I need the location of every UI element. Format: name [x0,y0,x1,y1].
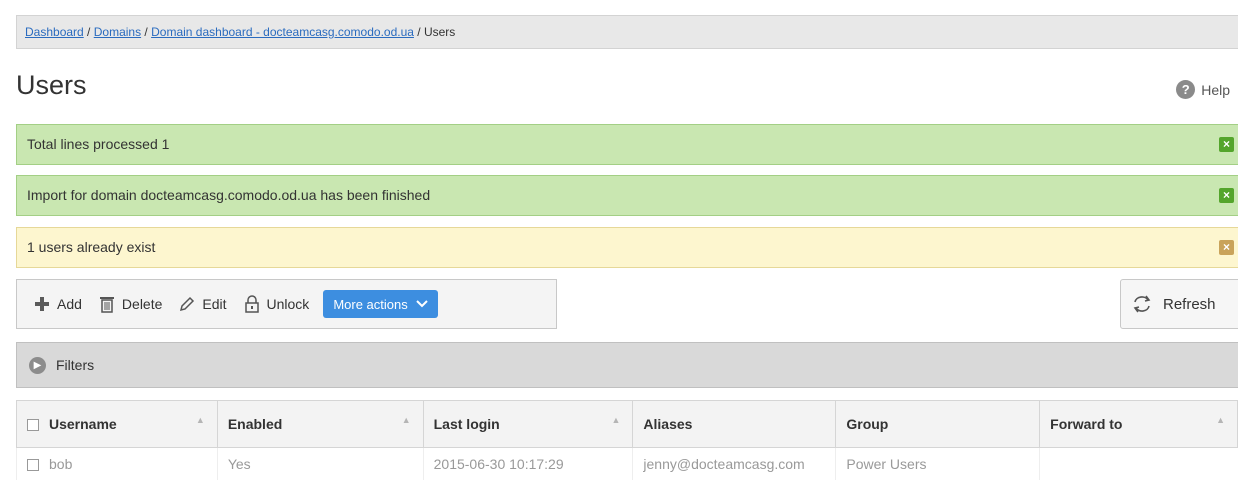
help-button[interactable]: ? Help [1176,80,1230,99]
sort-icon: ▲ [1216,415,1225,425]
page-title: Users [16,70,87,100]
row-checkbox[interactable] [27,459,39,472]
breadcrumb-separator: / [83,25,94,39]
filters-label: Filters [56,357,95,373]
chevron-right-icon: ▶ [29,356,46,374]
sort-icon: ▲ [401,415,411,425]
username-value: bob [49,456,73,472]
sort-icon: ▲ [195,415,205,425]
trash-icon [99,297,114,313]
chevron-down-icon [416,300,428,308]
breadcrumb: Dashboard / Domains / Domain dashboard -… [16,15,1238,49]
refresh-icon [1133,295,1151,313]
column-header-last-login[interactable]: Last login ▲ [422,400,634,448]
alert-text: Total lines processed 1 [27,136,170,152]
column-header-aliases[interactable]: Aliases [632,400,837,448]
delete-label: Delete [121,296,163,312]
more-actions-dropdown[interactable]: More actions [323,290,438,318]
unlock-label: Unlock [266,296,310,312]
column-header-label: Forward to [1050,416,1123,432]
plus-icon [35,297,49,311]
column-header-label: Group [846,416,889,432]
column-header-label: Aliases [643,416,693,432]
add-label: Add [57,296,82,312]
cell-aliases: jenny@docteamcasg.com [632,447,836,480]
column-header-username[interactable]: Username ▲ [16,400,218,448]
alert-success-lines: Total lines processed 1 × [16,124,1238,165]
filters-panel[interactable]: ▶ Filters [16,342,1238,388]
select-all-checkbox[interactable] [27,419,39,432]
breadcrumb-separator: / [413,25,424,39]
cell-group: Power Users [835,447,1040,480]
lock-icon [244,295,259,313]
column-header-label: Username [49,416,117,432]
cell-username: bob [16,447,218,480]
breadcrumb-domains-link[interactable]: Domains [94,25,141,39]
column-header-label: Last login [433,416,500,432]
close-icon[interactable]: × [1219,137,1234,152]
breadcrumb-separator: / [141,25,152,39]
toolbar: Add Delete Edit Unlock More actions [16,279,557,329]
alert-warning-exist: 1 users already exist × [16,227,1238,268]
unlock-button[interactable]: Unlock [237,288,316,320]
help-icon: ? [1176,80,1196,99]
alert-success-import: Import for domain docteamcasg.comodo.od.… [16,175,1238,216]
edit-label: Edit [202,296,227,312]
refresh-label: Refresh [1163,295,1216,313]
cell-last-login: 2015-06-30 10:17:29 [422,447,633,480]
pencil-icon [180,296,195,312]
sort-icon: ▲ [611,415,621,425]
help-label: Help [1201,81,1230,98]
more-actions-label: More actions [333,296,408,312]
add-button[interactable]: Add [27,288,88,320]
table-header-row: Username ▲ Enabled ▲ Last login ▲ Aliases G… [16,400,1238,448]
refresh-button[interactable]: Refresh [1120,279,1238,329]
alert-text: 1 users already exist [27,239,156,255]
users-page: Dashboard / Domains / Domain dashboard -… [0,0,1238,481]
cell-forward-to [1039,447,1238,480]
breadcrumb-current: Users [423,25,456,39]
edit-button[interactable]: Edit [172,288,232,320]
column-header-forward-to[interactable]: Forward to ▲ [1039,400,1238,448]
breadcrumb-domain-dashboard-link[interactable]: Domain dashboard - docteamcasg.comodo.od… [151,25,414,39]
column-header-enabled[interactable]: Enabled ▲ [216,400,424,448]
close-icon[interactable]: × [1219,240,1234,255]
delete-button[interactable]: Delete [92,288,168,320]
close-icon[interactable]: × [1219,188,1234,203]
table-row[interactable]: bob Yes 2015-06-30 10:17:29 jenny@doctea… [16,447,1238,480]
alert-text: Import for domain docteamcasg.comodo.od.… [27,187,431,203]
column-header-group[interactable]: Group [835,400,1041,448]
users-table: Username ▲ Enabled ▲ Last login ▲ Aliases G… [16,400,1238,480]
breadcrumb-dashboard-link[interactable]: Dashboard [25,25,84,39]
cell-enabled: Yes [216,447,424,480]
column-header-label: Enabled [227,416,283,432]
